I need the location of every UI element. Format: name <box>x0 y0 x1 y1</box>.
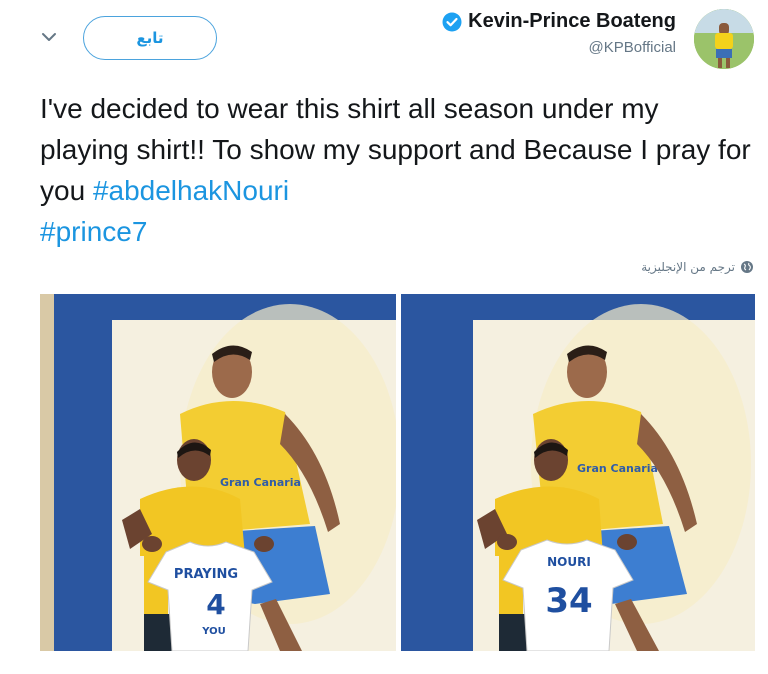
photo-left[interactable]: Gran Canaria PRAYING 4 YOU <box>40 294 396 651</box>
jersey-top-text: PRAYING <box>174 567 238 582</box>
hashtag-link[interactable]: #prince7 <box>40 216 147 247</box>
photo-right[interactable]: Gran Canaria NOURI 34 <box>401 294 755 651</box>
verified-badge-icon <box>442 12 462 31</box>
jersey-number: 34 <box>545 581 592 621</box>
tweet-text: I've decided to wear this shirt all seas… <box>40 88 755 252</box>
jersey-number: 4 <box>206 588 225 621</box>
avatar[interactable] <box>694 9 754 69</box>
author-handle[interactable]: @KPBofficial <box>442 39 677 56</box>
mural-sponsor-text: Gran Canaria <box>220 476 301 489</box>
mural-sponsor-text: Gran Canaria <box>577 462 658 475</box>
follow-button[interactable]: تابع <box>83 16 217 60</box>
hashtag-link[interactable]: #abdelhakNouri <box>93 175 289 206</box>
translate-label[interactable]: ترجم من الإنجليزية <box>641 260 735 274</box>
author-info[interactable]: Kevin-Prince Boateng @KPBofficial <box>442 10 676 56</box>
chevron-down-icon[interactable] <box>40 28 58 46</box>
author-display-name[interactable]: Kevin-Prince Boateng <box>468 10 676 33</box>
tweet-media[interactable]: Gran Canaria PRAYING 4 YOU Gran Canaria … <box>40 294 755 651</box>
tweet-header: تابع Kevin-Prince Boateng @KPBofficial <box>0 0 768 80</box>
jersey-top-text: NOURI <box>547 555 591 569</box>
globe-icon <box>741 261 753 273</box>
translate-tweet-link[interactable]: ترجم من الإنجليزية <box>641 260 754 274</box>
jersey-bottom-text: YOU <box>201 626 226 637</box>
